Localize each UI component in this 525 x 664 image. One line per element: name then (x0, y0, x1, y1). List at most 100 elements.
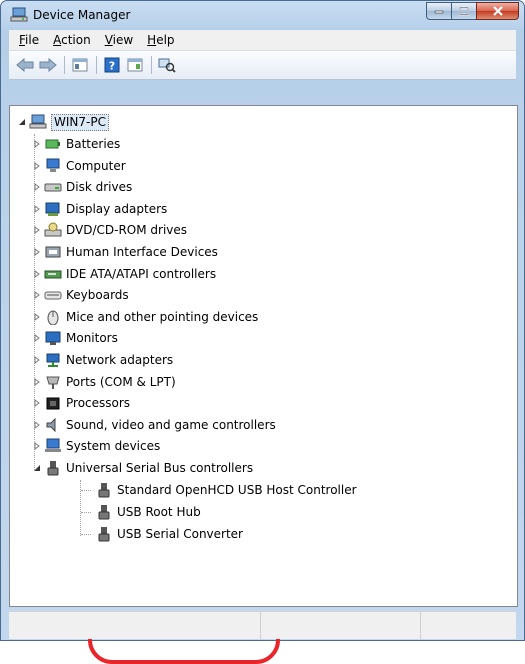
tree-category-port[interactable]: Ports (COM & LPT) (31, 372, 176, 392)
category-label: IDE ATA/ATAPI controllers (66, 266, 217, 281)
tree-connector (81, 512, 91, 513)
minimize-button[interactable] (426, 2, 452, 20)
monitor-icon (44, 330, 62, 346)
usb-device-label: Standard OpenHCD USB Host Controller (117, 483, 357, 497)
category-label: Keyboards (66, 288, 129, 303)
usb-device-icon (95, 526, 113, 542)
category-label: Mice and other pointing devices (66, 309, 259, 324)
tree-category-system-device[interactable]: System devices (31, 436, 160, 456)
network-adapter-icon (44, 352, 62, 368)
properties-icon[interactable] (69, 54, 91, 76)
tree-category-disk-drive[interactable]: Disk drives (31, 177, 132, 197)
category-label: Universal Serial Bus controllers (66, 461, 254, 475)
category-label: DVD/CD-ROM drives (66, 223, 188, 238)
help-icon[interactable]: ? (101, 54, 123, 76)
keyboard-icon (44, 287, 62, 303)
title-bar[interactable]: Device Manager (1, 1, 524, 30)
expand-arrow-icon[interactable] (31, 246, 43, 258)
usb-device-item[interactable]: USB Root Hub (95, 502, 201, 522)
expand-arrow-icon[interactable] (31, 160, 43, 172)
status-cell (261, 612, 422, 639)
expand-arrow-icon[interactable] (31, 397, 43, 409)
toolbar-separator (96, 56, 97, 74)
expand-arrow-icon[interactable] (31, 354, 43, 366)
menu-view[interactable]: View (98, 33, 140, 47)
menu-help[interactable]: Help (140, 33, 181, 47)
battery-icon (44, 136, 62, 152)
usb-device-icon (95, 482, 113, 498)
category-label: Display adapters (66, 201, 168, 216)
category-label: Ports (COM & LPT) (66, 374, 176, 389)
tree-category-display-adapter[interactable]: Display adapters (31, 199, 167, 219)
toolbar-separator (64, 56, 65, 74)
tree-category-keyboard[interactable]: Keyboards (31, 285, 129, 305)
tree-category-usb-controller[interactable]: Universal Serial Bus controllers (31, 458, 253, 478)
tree-category-processor[interactable]: Processors (31, 393, 130, 413)
expand-arrow-icon[interactable] (31, 419, 43, 431)
menu-bar: File Action View Help (9, 30, 516, 50)
svg-text:?: ? (109, 60, 115, 73)
tree-category-computer[interactable]: Computer (31, 156, 126, 176)
collapse-arrow-icon[interactable] (16, 116, 28, 128)
expand-arrow-icon[interactable] (31, 224, 43, 236)
forward-arrow-icon[interactable] (37, 54, 59, 76)
usb-device-icon (95, 504, 113, 520)
expand-arrow-icon[interactable] (31, 440, 43, 452)
expand-arrow-icon[interactable] (31, 332, 43, 344)
expand-arrow-icon[interactable] (31, 181, 43, 193)
device-manager-window: Device Manager File Action View Help ? W… (0, 0, 525, 664)
update-driver-icon[interactable] (124, 54, 146, 76)
category-label: Network adapters (66, 353, 174, 367)
tree-category-speaker[interactable]: Sound, video and game controllers (31, 415, 276, 435)
tree-category-ide-controller[interactable]: IDE ATA/ATAPI controllers (31, 264, 216, 284)
disk-drive-icon (44, 179, 62, 195)
system-device-icon (44, 438, 62, 454)
tree-category-network-adapter[interactable]: Network adapters (31, 350, 173, 370)
scan-hardware-icon[interactable] (156, 54, 178, 76)
expand-arrow-icon[interactable] (31, 311, 43, 323)
tree-category-mouse[interactable]: Mice and other pointing devices (31, 307, 258, 327)
tree-root[interactable]: WIN7-PC (16, 112, 109, 132)
category-label: System devices (66, 439, 161, 454)
expand-arrow-icon[interactable] (31, 138, 43, 150)
port-icon (44, 374, 62, 390)
category-label: Disk drives (66, 180, 133, 195)
category-label: Batteries (66, 137, 121, 151)
device-manager-icon (10, 7, 28, 23)
collapse-arrow-icon[interactable] (31, 462, 43, 474)
window-title: Device Manager (33, 8, 131, 22)
category-label: Monitors (66, 331, 118, 346)
expand-arrow-icon[interactable] (31, 289, 43, 301)
usb-device-item[interactable]: Standard OpenHCD USB Host Controller (95, 480, 357, 500)
close-button[interactable] (476, 2, 519, 20)
computer-icon (44, 158, 62, 174)
expand-arrow-icon[interactable] (31, 376, 43, 388)
maximize-button[interactable] (451, 2, 477, 20)
usb-device-label: USB Serial Converter (117, 527, 243, 541)
usb-device-item[interactable]: USB Serial Converter (95, 524, 243, 544)
device-tree-pane[interactable]: WIN7-PC Batteries Computer Disk drives Disp… (9, 105, 518, 664)
menu-action[interactable]: Action (46, 33, 98, 47)
expand-arrow-icon[interactable] (31, 203, 43, 215)
back-arrow-icon[interactable] (14, 54, 36, 76)
category-label: Processors (66, 396, 131, 411)
tree-connector (80, 480, 81, 536)
category-label: Human Interface Devices (66, 245, 218, 259)
ide-controller-icon (44, 266, 62, 282)
tree-category-battery[interactable]: Batteries (31, 134, 120, 154)
usb-device-label: USB Root Hub (117, 505, 201, 519)
expand-arrow-icon[interactable] (31, 268, 43, 280)
speaker-icon (44, 417, 62, 433)
tree-category-monitor[interactable]: Monitors (31, 328, 118, 348)
toolbar: ? (9, 50, 516, 80)
tree-category-hid[interactable]: Human Interface Devices (31, 242, 218, 262)
hid-icon (44, 244, 62, 260)
tree-category-dvd-drive[interactable]: DVD/CD-ROM drives (31, 220, 187, 240)
toolbar-separator (151, 56, 152, 74)
processor-icon (44, 395, 62, 411)
mouse-icon (44, 309, 62, 325)
tree-connector (81, 534, 91, 535)
root-label: WIN7-PC (51, 113, 109, 131)
menu-file[interactable]: File (12, 33, 46, 47)
status-bar (9, 611, 516, 639)
